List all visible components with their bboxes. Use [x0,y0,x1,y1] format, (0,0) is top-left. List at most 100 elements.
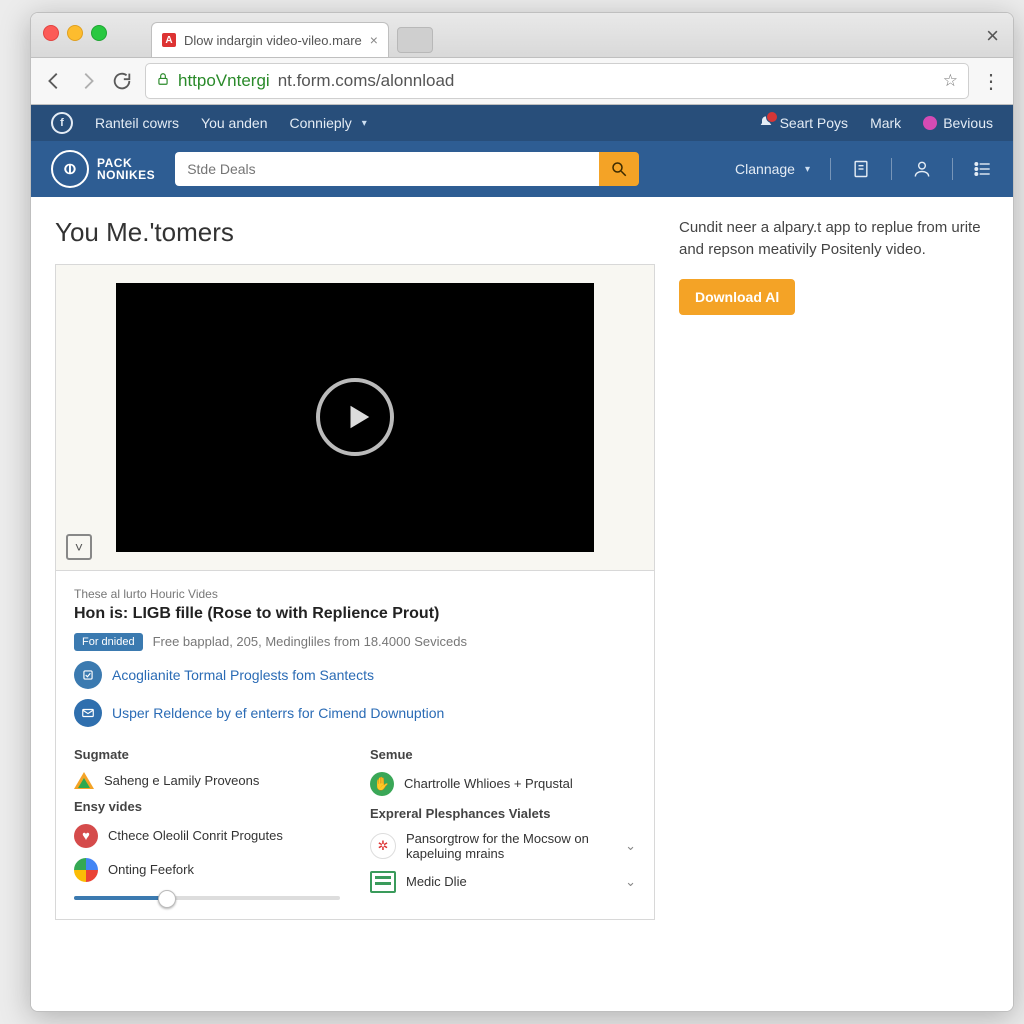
reload-button[interactable] [111,70,133,92]
titlebar: A Dlow indargin video-vileo.mare × × [31,13,1013,58]
download-button[interactable]: Download Al [679,279,795,315]
list-item-label: Chartrolle Whlioes + Prqustal [404,776,636,791]
forward-button[interactable] [77,70,99,92]
chrome-icon [74,858,98,882]
related-link-2-label: Usper Reldence by ef enterrs for Cimend … [112,705,444,721]
shield-icon [923,116,937,130]
list-item-label: Onting Feefork [108,862,340,877]
list-item-label: Pansorgtrow for the Mocsow on kapeluing … [406,831,615,861]
topnav-item-1[interactable]: Ranteil cowrs [95,115,179,131]
info-icon[interactable]: f [51,112,73,134]
server-icon [370,871,396,893]
related-link-1[interactable]: Acoglianite Tormal Proglests fom Santect… [74,661,636,689]
related-link-1-label: Acoglianite Tormal Proglests fom Santect… [112,667,374,683]
main-column: You Me.'tomers ˅ These al lurto Houric V… [55,217,655,920]
chevron-down-icon: ⌄ [625,838,636,854]
chevron-down-icon: ⌄ [625,874,636,890]
video-subtitle: Free bapplad, 205, Medingliles from 18.4… [153,634,467,649]
col-left-h2: Ensy vides [74,799,340,814]
search-form [175,152,639,186]
list-icon[interactable] [973,159,993,179]
topnav-bevious[interactable]: Bevious [923,115,993,131]
sidebar-blurb: Cundit neer a alpary.t app to replue fro… [679,217,989,261]
list-item[interactable]: ✲ Pansorgtrow for the Mocsow on kapeluin… [370,831,636,861]
url-rest-part: nt.form.coms/alonnload [278,71,455,91]
brand-logo[interactable]: ⵀ PACK NONIKES [51,150,155,188]
video-title: Hon is: LIGB fille (Rose to with Replien… [74,605,636,623]
topnav-notifications[interactable]: Seart Poys [758,115,848,131]
list-item-label: Saheng e Lamily Proveons [104,773,340,788]
new-tab-button[interactable] [397,27,433,53]
lock-icon [156,71,170,91]
browser-tab[interactable]: A Dlow indargin video-vileo.mare × [151,22,389,57]
back-button[interactable] [43,70,65,92]
globe-icon: ✋ [370,772,394,796]
video-player[interactable] [116,283,594,552]
url-input[interactable]: httpoVntergi nt.form.coms/alonnload ☆ [145,63,969,99]
topnav-item-3[interactable]: Connieply▾ [289,115,366,131]
search-input[interactable] [175,152,599,186]
video-panel: ˅ [55,264,655,571]
notification-badge [766,111,778,123]
logo-icon: ⵀ [51,150,89,188]
related-link-2[interactable]: Usper Reldence by ef enterrs for Cimend … [74,699,636,727]
progress-slider[interactable] [74,896,340,900]
url-secure-part: httpoVntergi [178,71,270,91]
drive-icon [74,772,94,789]
search-button[interactable] [599,152,639,186]
video-meta: These al lurto Houric Vides Hon is: LIGB… [55,571,655,920]
corner-checkbox[interactable]: ˅ [66,534,92,560]
list-item-label: Cthece Oleolil Conrit Progutes [108,828,340,843]
play-icon [343,402,373,432]
play-button[interactable] [316,378,394,456]
list-item-label: Medic Dlie [406,874,615,889]
topnav-item-2[interactable]: You anden [201,115,267,131]
link-icon [74,661,102,689]
list-item[interactable]: Medic Dlie ⌄ [370,871,636,893]
topnav-bevious-label: Bevious [943,115,993,131]
browser-menu-icon[interactable]: ⋮ [981,69,1001,94]
list-item[interactable]: ♥ Cthece Oleolil Conrit Progutes [74,824,340,848]
site-topnav: f Ranteil cowrs You anden Connieply▾ Sea… [31,105,1013,141]
language-menu[interactable]: Clannage ▾ [735,161,810,177]
topnav-notif-label: Seart Poys [780,115,848,131]
page-body: f Ranteil cowrs You anden Connieply▾ Sea… [31,105,1013,1011]
col-right: Semue ✋ Chartrolle Whlioes + Prqustal Ex… [370,741,636,903]
favicon-icon: A [162,33,176,47]
mail-icon [74,699,102,727]
col-right-h1: Semue [370,747,636,762]
address-bar: httpoVntergi nt.form.coms/alonnload ☆ ⋮ [31,58,1013,105]
bookmark-star-icon[interactable]: ☆ [943,71,958,91]
window-controls [43,25,107,41]
slider-knob[interactable] [158,890,176,908]
col-left: Sugmate Saheng e Lamily Proveons Ensy vi… [74,741,340,903]
breadcrumb: These al lurto Houric Vides [74,587,636,601]
tab-close-icon[interactable]: × [370,32,378,48]
page-icon[interactable] [851,159,871,179]
flower-icon: ✲ [370,833,396,859]
close-window-icon[interactable] [43,25,59,41]
list-item[interactable]: ✋ Chartrolle Whlioes + Prqustal [370,772,636,796]
heart-icon: ♥ [74,824,98,848]
list-item[interactable]: Onting Feefork [74,858,340,882]
content-area: You Me.'tomers ˅ These al lurto Houric V… [31,197,1013,940]
categories: Sugmate Saheng e Lamily Proveons Ensy vi… [74,741,636,903]
tab-title: Dlow indargin video-vileo.mare [184,33,362,48]
page-title: You Me.'tomers [55,217,655,248]
col-right-h2: Expreral Plesphances Vialets [370,806,636,821]
site-header: ⵀ PACK NONIKES Clannage ▾ [31,141,1013,197]
side-column: Cundit neer a alpary.t app to replue fro… [679,217,989,315]
minimize-window-icon[interactable] [67,25,83,41]
language-label: Clannage [735,161,795,177]
list-item[interactable]: Saheng e Lamily Proveons [74,772,340,789]
search-icon [610,160,628,178]
topnav-mark[interactable]: Mark [870,115,901,131]
brand-name: PACK NONIKES [97,157,155,181]
col-left-h1: Sugmate [74,747,340,762]
browser-window: A Dlow indargin video-vileo.mare × × htt… [30,12,1014,1012]
status-badge: For dnided [74,633,143,651]
account-icon[interactable] [912,159,932,179]
window-close-icon[interactable]: × [986,23,999,49]
maximize-window-icon[interactable] [91,25,107,41]
bell-icon [758,115,774,131]
